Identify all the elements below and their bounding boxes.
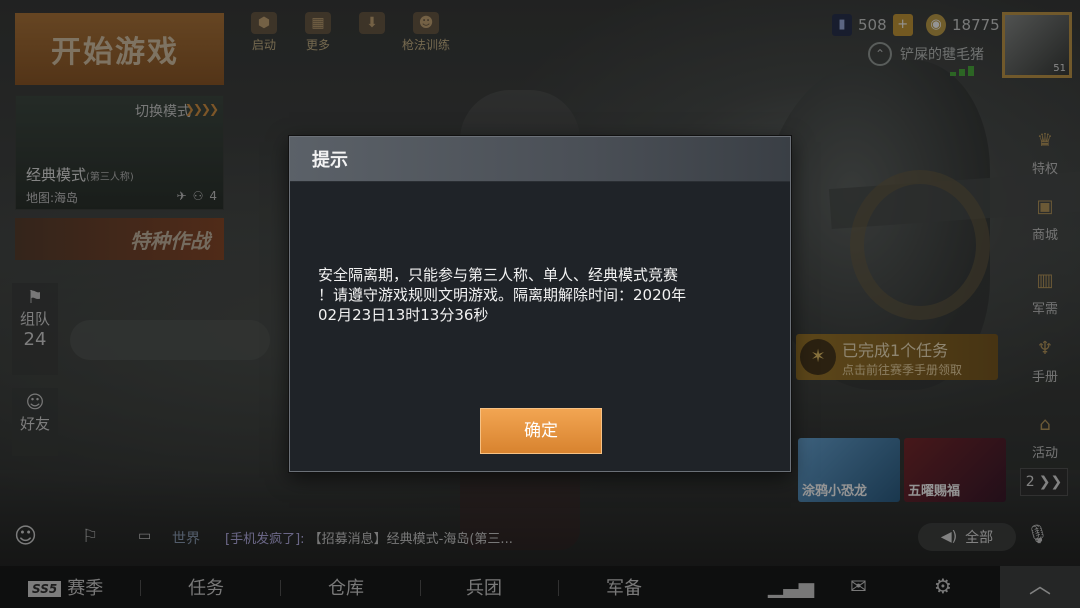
dialog-title: 提示 xyxy=(290,137,790,182)
confirm-button[interactable]: 确定 xyxy=(480,408,602,454)
notice-dialog: 提示 安全隔离期，只能参与第三人称、单人、经典模式竞赛 ！请遵守游戏规则文明游戏… xyxy=(289,136,791,472)
dialog-message: 安全隔离期，只能参与第三人称、单人、经典模式竞赛 ！请遵守游戏规则文明游戏。隔离… xyxy=(318,266,687,324)
